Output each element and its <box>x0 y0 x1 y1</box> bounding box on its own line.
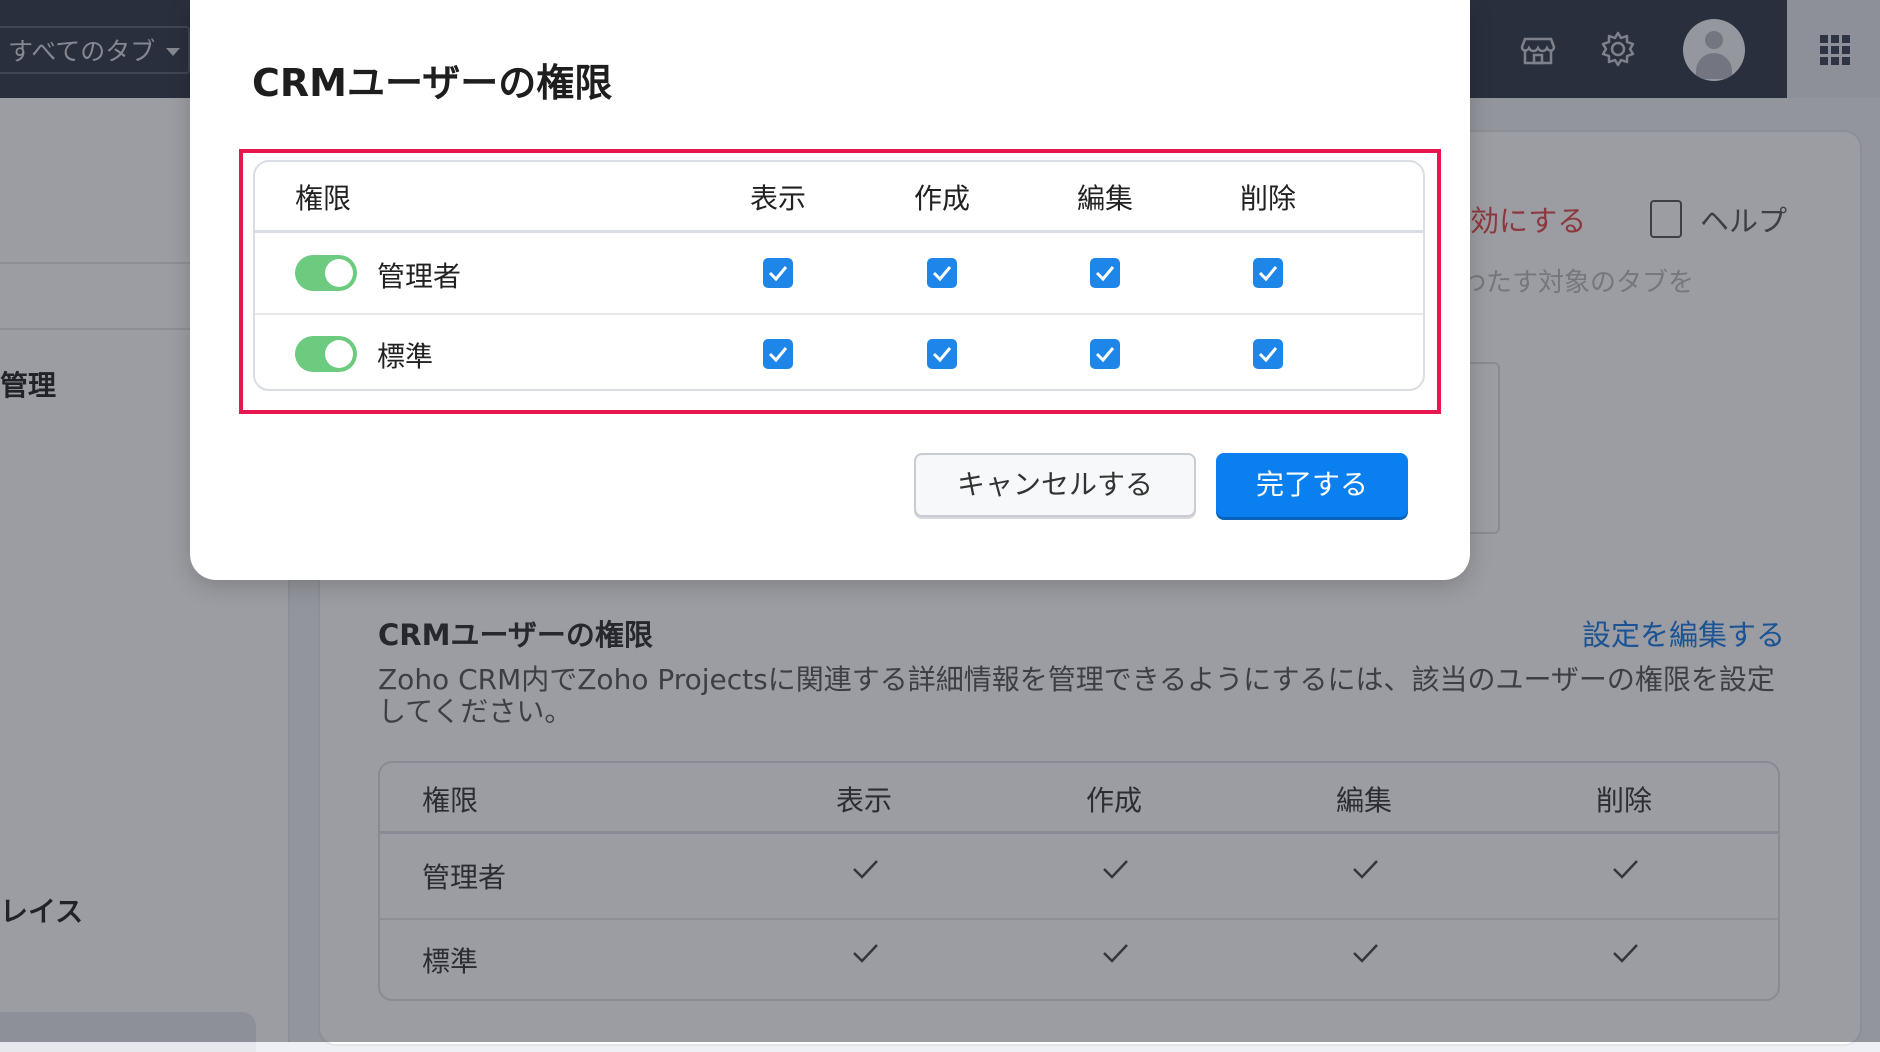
dialog-title: CRMユーザーの権限 <box>252 61 613 105</box>
crm-user-permissions-dialog: CRMユーザーの権限 権限 表示 作成 編集 削除 管理者 標準 キャンセルする <box>190 0 1470 580</box>
annotation-highlight-box <box>239 149 1441 414</box>
done-button[interactable]: 完了する <box>1216 453 1408 517</box>
cancel-button[interactable]: キャンセルする <box>914 453 1196 517</box>
